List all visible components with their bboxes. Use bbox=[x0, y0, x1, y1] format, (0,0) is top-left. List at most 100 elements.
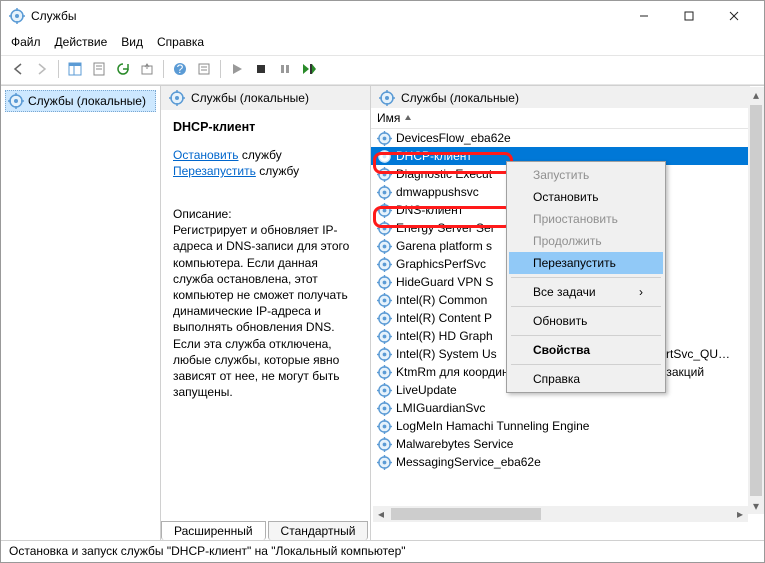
stop-suffix: службу bbox=[239, 148, 282, 162]
gear-icon bbox=[377, 239, 392, 254]
gear-icon bbox=[377, 437, 392, 452]
scroll-thumb[interactable] bbox=[391, 508, 541, 520]
toolbar-separator bbox=[58, 60, 59, 78]
service-name: LogMeIn Hamachi Tunneling Engine bbox=[396, 419, 589, 433]
vertical-scrollbar[interactable]: ▴ ▾ bbox=[748, 87, 764, 514]
back-button[interactable] bbox=[7, 58, 29, 80]
service-name: dmwappushsvc bbox=[396, 185, 479, 199]
gear-icon bbox=[377, 167, 392, 182]
service-name: Intel(R) System Us bbox=[396, 347, 497, 361]
ctx-help[interactable]: Справка bbox=[509, 368, 663, 390]
service-name: HideGuard VPN S bbox=[396, 275, 493, 289]
tab-extended[interactable]: Расширенный bbox=[161, 521, 266, 540]
menu-file[interactable]: Файл bbox=[11, 35, 41, 49]
service-name: LiveUpdate bbox=[396, 383, 457, 397]
gear-icon bbox=[379, 90, 395, 106]
service-name: LMIGuardianSvc bbox=[396, 401, 485, 415]
horizontal-scrollbar[interactable]: ◂ ▸ bbox=[373, 506, 748, 522]
gear-icon bbox=[377, 149, 392, 164]
service-row[interactable]: Malwarebytes Service bbox=[371, 435, 750, 453]
service-name: Diagnostic Execut bbox=[396, 167, 492, 181]
toolbar: ? bbox=[1, 55, 764, 85]
svg-text:?: ? bbox=[177, 62, 184, 76]
description-label: Описание: bbox=[173, 206, 358, 222]
service-row[interactable]: MessagingService_eba62e bbox=[371, 453, 750, 471]
refresh-button[interactable] bbox=[112, 58, 134, 80]
titlebar: Службы bbox=[1, 1, 764, 31]
view-tabs: Расширенный Стандартный bbox=[161, 521, 368, 540]
restart-button[interactable] bbox=[298, 58, 320, 80]
gear-icon bbox=[377, 329, 392, 344]
service-name: Intel(R) Common bbox=[396, 293, 487, 307]
stop-link[interactable]: Остановить bbox=[173, 148, 239, 162]
detail-view-button[interactable] bbox=[64, 58, 86, 80]
gear-icon bbox=[377, 221, 392, 236]
gear-icon bbox=[377, 203, 392, 218]
gear-icon bbox=[377, 185, 392, 200]
service-name: DNS-клиент bbox=[396, 203, 463, 217]
service-name: DHCP-клиент bbox=[396, 149, 472, 163]
ctx-resume[interactable]: Продолжить bbox=[509, 230, 663, 252]
ctx-separator bbox=[511, 306, 661, 307]
help-button[interactable]: ? bbox=[169, 58, 191, 80]
list-button[interactable] bbox=[193, 58, 215, 80]
gear-icon bbox=[377, 257, 392, 272]
gear-icon bbox=[377, 419, 392, 434]
gear-icon bbox=[377, 311, 392, 326]
ctx-restart[interactable]: Перезапустить bbox=[509, 252, 663, 274]
gear-icon bbox=[377, 293, 392, 308]
tab-standard[interactable]: Стандартный bbox=[268, 521, 369, 540]
gear-icon bbox=[8, 93, 24, 109]
ctx-properties[interactable]: Свойства bbox=[509, 339, 663, 361]
service-name: Energy Server Ser bbox=[396, 221, 495, 235]
gear-icon bbox=[377, 383, 392, 398]
gear-icon bbox=[377, 401, 392, 416]
play-button[interactable] bbox=[226, 58, 248, 80]
gear-icon bbox=[377, 365, 392, 380]
scroll-down-icon[interactable]: ▾ bbox=[748, 498, 764, 514]
scroll-left-icon[interactable]: ◂ bbox=[373, 506, 389, 522]
service-name: DevicesFlow_eba62e bbox=[396, 131, 511, 145]
ctx-refresh[interactable]: Обновить bbox=[509, 310, 663, 332]
service-row[interactable]: DevicesFlow_eba62e bbox=[371, 129, 750, 147]
properties-button[interactable] bbox=[88, 58, 110, 80]
ctx-all-tasks[interactable]: Все задачи bbox=[509, 281, 663, 303]
minimize-button[interactable] bbox=[621, 1, 666, 31]
scroll-thumb[interactable] bbox=[750, 105, 762, 496]
stop-button[interactable] bbox=[250, 58, 272, 80]
right-header: Службы (локальные) bbox=[371, 86, 750, 108]
service-name: Garena platform s bbox=[396, 239, 492, 253]
tree-node-root[interactable]: Службы (локальные) bbox=[5, 90, 156, 112]
close-button[interactable] bbox=[711, 1, 756, 31]
description-text: Регистрирует и обновляет IP-адреса и DNS… bbox=[173, 222, 358, 400]
ctx-stop[interactable]: Остановить bbox=[509, 186, 663, 208]
toolbar-separator bbox=[220, 60, 221, 78]
scroll-right-icon[interactable]: ▸ bbox=[732, 506, 748, 522]
mid-header: Службы (локальные) bbox=[161, 86, 370, 110]
gear-icon bbox=[377, 131, 392, 146]
ctx-start[interactable]: Запустить bbox=[509, 164, 663, 186]
column-header-name[interactable]: Имя bbox=[377, 111, 412, 125]
toolbar-separator bbox=[163, 60, 164, 78]
window-title: Службы bbox=[31, 9, 621, 23]
service-row[interactable]: LMIGuardianSvc bbox=[371, 399, 750, 417]
restart-link[interactable]: Перезапустить bbox=[173, 164, 256, 178]
service-name: MessagingService_eba62e bbox=[396, 455, 541, 469]
right-header-label: Службы (локальные) bbox=[401, 91, 519, 105]
pause-button[interactable] bbox=[274, 58, 296, 80]
app-icon bbox=[9, 8, 25, 24]
menu-help[interactable]: Справка bbox=[157, 35, 204, 49]
maximize-button[interactable] bbox=[666, 1, 711, 31]
menu-view[interactable]: Вид bbox=[121, 35, 143, 49]
ctx-pause[interactable]: Приостановить bbox=[509, 208, 663, 230]
menu-action[interactable]: Действие bbox=[55, 35, 108, 49]
scroll-up-icon[interactable]: ▴ bbox=[748, 87, 764, 103]
service-name: Intel(R) HD Graph bbox=[396, 329, 493, 343]
ctx-separator bbox=[511, 335, 661, 336]
forward-button[interactable] bbox=[31, 58, 53, 80]
export-button[interactable] bbox=[136, 58, 158, 80]
gear-icon bbox=[377, 347, 392, 362]
sort-indicator-icon bbox=[404, 114, 412, 122]
context-menu: Запустить Остановить Приостановить Продо… bbox=[506, 161, 666, 393]
service-row[interactable]: LogMeIn Hamachi Tunneling Engine bbox=[371, 417, 750, 435]
